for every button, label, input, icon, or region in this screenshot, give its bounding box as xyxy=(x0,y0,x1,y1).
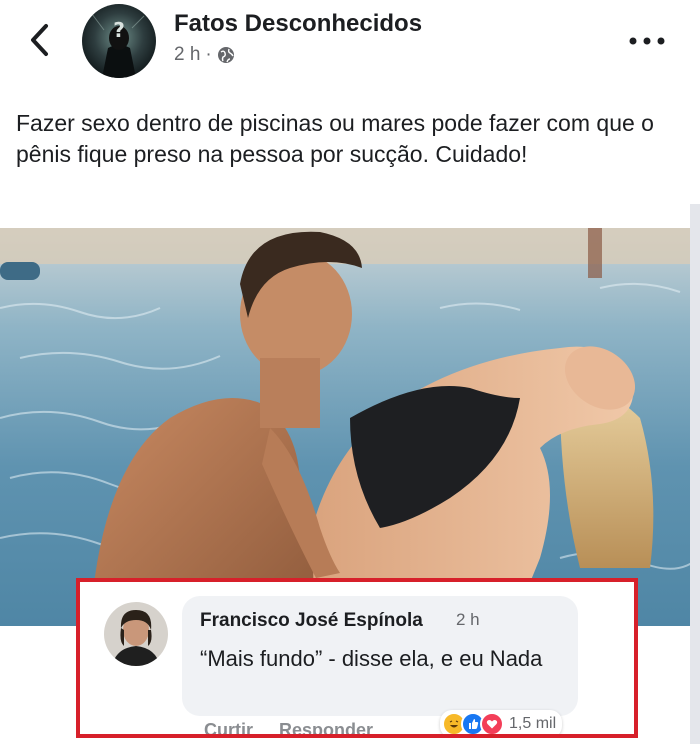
like-button[interactable]: Curtir xyxy=(204,720,253,734)
comment-bubble[interactable]: Francisco José Espínola 2 h “Mais fundo”… xyxy=(182,596,578,716)
page-name[interactable]: Fatos Desconhecidos xyxy=(174,10,422,38)
commenter-avatar[interactable] xyxy=(104,602,168,666)
commenter-name[interactable]: Francisco José Espínola xyxy=(200,610,423,632)
back-button[interactable] xyxy=(22,20,56,60)
chevron-left-icon xyxy=(31,24,48,56)
comment-actions: Curtir Responder xyxy=(204,720,373,734)
globe-icon xyxy=(217,47,234,63)
reply-button[interactable]: Responder xyxy=(279,720,373,734)
love-icon xyxy=(480,712,504,734)
highlighted-comment: Francisco José Espínola 2 h “Mais fundo”… xyxy=(76,578,638,738)
svg-text:?: ? xyxy=(113,18,125,42)
post-time[interactable]: 2 h xyxy=(174,44,200,66)
reaction-count: 1,5 mil xyxy=(509,715,557,732)
post-header: ? Fatos Desconhecidos 2 h · xyxy=(0,0,700,90)
meta-separator: · xyxy=(205,44,212,65)
reaction-summary[interactable]: 1,5 mil xyxy=(440,710,563,734)
post-text: Fazer sexo dentro de piscinas ou mares p… xyxy=(16,110,654,167)
comment-time[interactable]: 2 h xyxy=(456,610,480,630)
more-dots-icon xyxy=(629,37,665,45)
post-image[interactable] xyxy=(0,228,700,626)
post-meta: 2 h · xyxy=(174,44,235,66)
right-edge-strip xyxy=(690,204,700,744)
comment-text: “Mais fundo” - disse ela, e eu Nada xyxy=(200,646,543,671)
page-avatar[interactable]: ? xyxy=(82,4,156,78)
more-options-button[interactable] xyxy=(622,26,672,56)
